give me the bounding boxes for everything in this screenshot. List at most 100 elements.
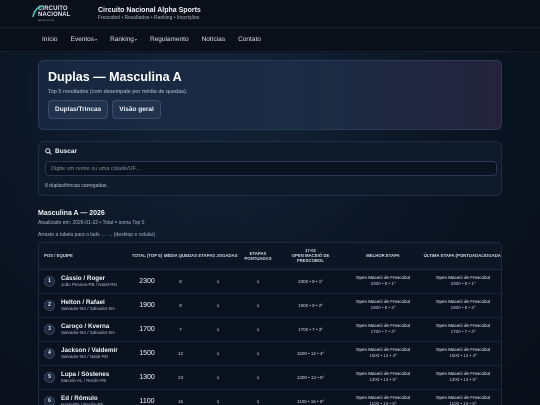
results-title: Masculina A — 2026 — [38, 210, 105, 217]
table-row[interactable]: 6 Ed / Rômulo Natal-RN / Recife-PE 1100 16 1 1… — [39, 389, 501, 405]
cell-pontuadas: 1 — [238, 365, 278, 390]
ultima-detail: 1500 • 12 • 4º — [449, 353, 477, 358]
table-header-row: Pos / Equipe Total (Top 5) Média quedas … — [39, 243, 501, 270]
col-header-etapa-name: Open Maceió de Frescobol — [291, 253, 330, 264]
search-heading: Buscar — [45, 148, 495, 155]
position-badge: 1 — [44, 275, 55, 287]
table-row[interactable]: 2 Helton / Rafael Salvador-BA / Salvador-B… — [39, 293, 501, 318]
team-city: Salvador-BA / Salvador-BA — [61, 305, 116, 311]
search-title: Buscar — [55, 148, 78, 155]
duplas-trincas-button[interactable]: Duplas/Trincas — [48, 100, 109, 119]
cell-jogadas: 1 — [198, 269, 238, 294]
cell-etapa: 1100 • 16 • 6º — [278, 389, 343, 405]
cell-media: 9 — [163, 293, 198, 318]
team-city: Maceió-AL / Recife-PE — [61, 377, 107, 383]
col-header-total[interactable]: Total (Top 5) — [131, 243, 163, 270]
cell-ultima: Open Maceió de Frescobol 1100 • 16 • 6º — [423, 389, 501, 405]
ranking-table-container[interactable]: Pos / Equipe Total (Top 5) Média quedas … — [38, 242, 502, 405]
logo-subtext: alpha sports — [38, 17, 55, 22]
cell-ultima: Open Maceió de Frescobol 1500 • 12 • 4º — [423, 341, 501, 366]
cell-pontuadas: 1 — [238, 293, 278, 318]
cell-jogadas: 1 — [198, 365, 238, 390]
cell-total: 2300 — [131, 269, 163, 294]
cell-pos-team: 3 Caroço / Kverna Salvador-BA / Salvador-B… — [39, 317, 131, 342]
search-card: Buscar Digite um nome ou uma cidade/UF… … — [38, 141, 502, 196]
hero-button-group: Duplas/Trincas Visão geral — [48, 100, 492, 119]
team-city: Salvador-BA / Natal-RN — [61, 353, 109, 359]
team-name: Jackson / Valdemir — [61, 346, 118, 354]
team-name: Cássio / Roger — [61, 274, 106, 282]
team-city: Natal-RN / Recife-PE — [61, 401, 104, 405]
cell-jogadas: 1 — [198, 389, 238, 405]
cell-pontuadas: 1 — [238, 389, 278, 405]
cell-melhor: Open Maceió de Frescobol 1500 • 12 • 4º — [343, 341, 423, 366]
cell-ultima: Open Maceió de Frescobol 1900 • 9 • 2º — [423, 293, 501, 318]
nav-item-inicio[interactable]: Início — [42, 36, 58, 43]
chevron-down-icon: ▾ — [134, 37, 137, 42]
hero-card: Duplas — Masculina A Top 5 resultados (c… — [38, 60, 502, 130]
nav-item-eventos[interactable]: Eventos ▾ — [71, 36, 98, 43]
cell-etapa: 1700 • 7 • 3º — [278, 317, 343, 342]
cell-melhor: Open Maceió de Frescobol 1900 • 9 • 2º — [343, 293, 423, 318]
nav-item-noticias[interactable]: Notícias — [202, 36, 225, 43]
ultima-detail: 1100 • 16 • 6º — [449, 401, 477, 405]
position-badge: 5 — [44, 371, 55, 383]
col-header-jogadas[interactable]: Etapas jogadas — [198, 243, 238, 270]
cell-media: 13 — [163, 365, 198, 390]
nav-item-regulamento[interactable]: Regulamento — [150, 36, 189, 43]
ranking-table: Pos / Equipe Total (Top 5) Média quedas … — [39, 243, 501, 405]
cell-media: 12 — [163, 341, 198, 366]
team-name: Helton / Rafael — [61, 298, 105, 306]
main-nav: Início Eventos ▾ Ranking ▾ Regulamento Not… — [0, 28, 540, 52]
melhor-detail: 1100 • 16 • 6º — [369, 401, 397, 405]
cell-media: 16 — [163, 389, 198, 405]
cell-jogadas: 1 — [198, 317, 238, 342]
nav-item-ranking[interactable]: Ranking ▾ — [110, 36, 137, 43]
chevron-down-icon: ▾ — [95, 37, 98, 42]
table-row[interactable]: 3 Caroço / Kverna Salvador-BA / Salvador-B… — [39, 317, 501, 342]
melhor-detail: 2300 • 8 • 1º — [370, 281, 396, 286]
col-header-melhor[interactable]: Melhor etapa — [343, 243, 423, 270]
visao-geral-button[interactable]: Visão geral — [112, 100, 161, 119]
team-city: Salvador-BA / Salvador-BA — [61, 329, 116, 335]
cell-pos-team: 2 Helton / Rafael Salvador-BA / Salvador-B… — [39, 293, 131, 318]
cell-media: 7 — [163, 317, 198, 342]
cell-total: 1100 — [131, 389, 163, 405]
team-name: Ed / Rômulo — [61, 394, 98, 402]
cell-media: 8 — [163, 269, 198, 294]
search-input[interactable]: Digite um nome ou uma cidade/UF… — [45, 161, 497, 176]
cell-melhor: Open Maceió de Frescobol 1700 • 7 • 3º — [343, 317, 423, 342]
position-badge: 2 — [44, 299, 55, 311]
table-row[interactable]: 1 Cássio / Roger João Pessoa-PB / Natal-RN… — [39, 269, 501, 294]
melhor-detail: 1500 • 12 • 4º — [369, 353, 397, 358]
cell-jogadas: 1 — [198, 293, 238, 318]
page-subtitle: Top 5 resultados (com desempate por médi… — [48, 89, 188, 95]
cell-total: 1300 — [131, 365, 163, 390]
cell-pontuadas: 1 — [238, 269, 278, 294]
col-header-etapa[interactable]: 17-01 Open Maceió de Frescobol — [278, 243, 343, 270]
table-row[interactable]: 5 Lupa / Sóstenes Maceió-AL / Recife-PE 130… — [39, 365, 501, 390]
cell-pos-team: 5 Lupa / Sóstenes Maceió-AL / Recife-PE — [39, 365, 131, 390]
col-header-pos[interactable]: Pos / Equipe — [39, 243, 131, 270]
cell-etapa: 1300 • 13 • 5º — [278, 365, 343, 390]
nav-label: Regulamento — [149, 36, 189, 43]
results-section: Masculina A — 2026 Atualizado em: 2026-0… — [38, 210, 502, 238]
col-header-pontuadas[interactable]: Etapas pontuadas — [238, 243, 278, 270]
cell-etapa: 1900 • 9 • 2º — [278, 293, 343, 318]
site-logo[interactable]: CIRCUITO NACIONAL alpha sports — [32, 4, 88, 24]
melhor-detail: 1700 • 7 • 3º — [370, 329, 396, 334]
cell-etapa: 2300 • 8 • 1º — [278, 269, 343, 294]
nav-label: Ranking — [110, 36, 134, 43]
ultima-detail: 1900 • 9 • 2º — [450, 305, 476, 310]
cell-melhor: Open Maceió de Frescobol 2300 • 8 • 1º — [343, 269, 423, 294]
cell-pontuadas: 1 — [238, 317, 278, 342]
results-scroll-hint: Arraste a tabela para o lado ← → (deskto… — [38, 232, 156, 238]
table-row[interactable]: 4 Jackson / Valdemir Salvador-BA / Natal-R… — [39, 341, 501, 366]
col-header-ultima[interactable]: Última etapa (pontuada/jogada) — [423, 243, 501, 270]
page-title: Duplas — Masculina A — [48, 70, 182, 84]
cell-ultima: Open Maceió de Frescobol 1300 • 13 • 5º — [423, 365, 501, 390]
position-badge: 4 — [44, 347, 55, 359]
col-header-media[interactable]: Média quedas — [163, 243, 198, 270]
nav-label: Eventos — [70, 36, 95, 43]
nav-item-contato[interactable]: Contato — [238, 36, 261, 43]
